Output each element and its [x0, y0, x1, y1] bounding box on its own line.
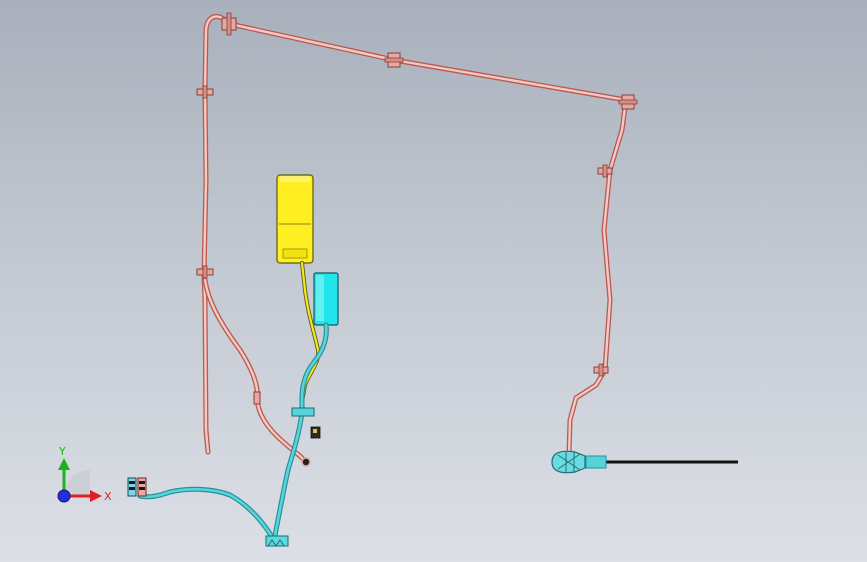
y-axis-arrow: [58, 458, 70, 470]
pink-harness[interactable]: [201, 14, 629, 465]
harness-clips[interactable]: [196, 12, 638, 405]
clip: [196, 265, 214, 279]
yellow-enclosure[interactable]: [276, 174, 314, 264]
cyan-enclosure[interactable]: [313, 272, 339, 326]
x-axis-arrow: [90, 490, 102, 502]
pink-harness-branch: [202, 277, 309, 465]
pink-harness-main: [201, 14, 629, 458]
clip: [196, 85, 214, 99]
assembly-scene[interactable]: Y X: [0, 0, 867, 562]
connector-housing[interactable]: [127, 477, 147, 497]
clip: [221, 12, 237, 36]
cad-viewport[interactable]: Y X: [0, 0, 867, 562]
coordinate-triad: Y X: [57, 445, 112, 503]
clip: [253, 391, 261, 405]
y-axis-label: Y: [58, 445, 66, 458]
x-axis-label: X: [104, 490, 112, 503]
clip: [618, 94, 638, 110]
z-axis-dot: [57, 489, 71, 503]
clip: [384, 52, 404, 68]
bottom-connector[interactable]: [265, 535, 289, 547]
cyan-harness[interactable]: [137, 322, 329, 545]
sensor-probe[interactable]: [551, 450, 738, 474]
